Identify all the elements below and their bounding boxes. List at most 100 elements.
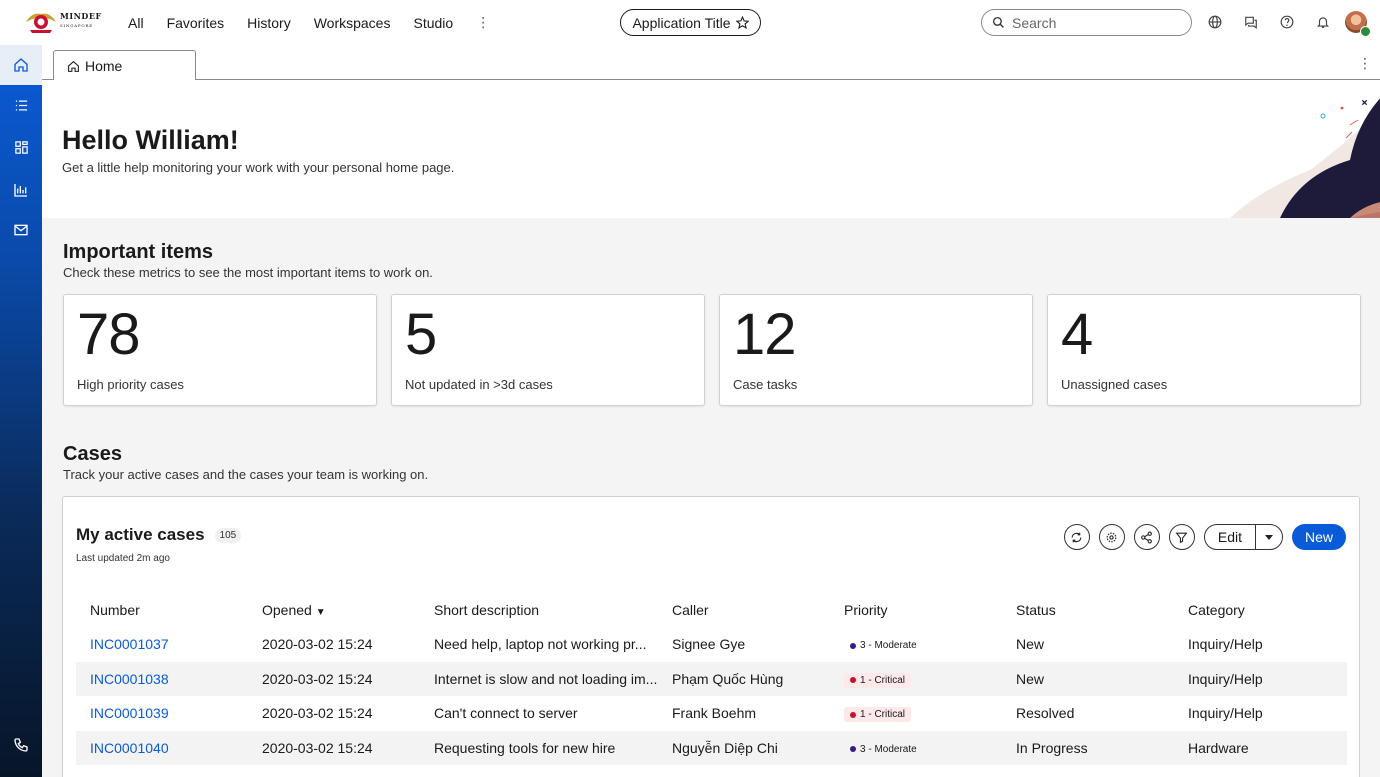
metric-card-not-updated[interactable]: 5 Not updated in >3d cases <box>391 294 705 406</box>
opened-cell: 2020-03-02 15:24 <box>248 730 420 765</box>
logo[interactable]: MINDEF SINGAPORE <box>24 8 102 34</box>
priority-badge: 3 - Moderate <box>844 638 923 653</box>
greeting-subtitle: Get a little help monitoring your work w… <box>62 160 455 175</box>
sidebar-mail-icon[interactable] <box>11 220 31 240</box>
bell-icon[interactable] <box>1314 12 1332 32</box>
table-row[interactable]: INC0001040 2020-03-02 15:24 Requesting t… <box>76 730 1347 765</box>
table-header-row: Number Opened ▼ Short description Caller… <box>76 593 1347 627</box>
case-count-badge: 105 <box>214 527 242 543</box>
col-number[interactable]: Number <box>76 593 248 627</box>
metric-card-case-tasks[interactable]: 12 Case tasks <box>719 294 1033 406</box>
tab-strip: Home ⋮ <box>42 45 1380 81</box>
caller-cell: Phạm Quốc Hùng <box>658 661 830 696</box>
tab-home-label: Home <box>85 58 123 74</box>
case-number-link[interactable]: INC0001038 <box>90 671 169 687</box>
search-input[interactable]: Search <box>981 9 1192 36</box>
online-status-icon <box>1360 26 1371 37</box>
sort-desc-icon: ▼ <box>315 607 326 618</box>
share-button[interactable] <box>1133 524 1160 550</box>
nav-more-icon[interactable]: ⋮ <box>476 14 490 31</box>
share-icon <box>1141 531 1153 543</box>
status-cell: In Progress <box>1002 730 1174 765</box>
priority-dot-icon <box>850 677 856 683</box>
caller-cell: Signee Gye <box>672 636 746 653</box>
important-items-title: Important items <box>63 241 214 263</box>
opened-cell: 2020-03-02 15:24 <box>248 661 420 696</box>
list-toolbar: Edit New <box>1063 524 1346 550</box>
description-cell: Requesting tools for new hire <box>420 730 658 765</box>
case-number-link[interactable]: INC0001039 <box>90 705 169 721</box>
category-cell: Inquiry/Help <box>1188 705 1263 722</box>
case-number-link[interactable]: INC0001040 <box>90 740 169 756</box>
metric-card-high-priority[interactable]: 78 High priority cases <box>63 294 377 406</box>
metric-value: 78 <box>77 302 141 367</box>
search-placeholder: Search <box>1012 14 1057 31</box>
app-title-label: Application Title <box>632 14 731 31</box>
status-cell: New <box>1002 661 1174 696</box>
table-row[interactable]: INC0001039 2020-03-02 15:24 Can't connec… <box>76 696 1347 731</box>
refresh-icon <box>1071 532 1082 542</box>
description-cell: Internet is slow and not loading im... <box>420 661 658 696</box>
tab-home[interactable]: Home <box>53 50 196 81</box>
sidebar-chart-icon[interactable] <box>11 180 31 200</box>
user-avatar[interactable] <box>1345 11 1371 37</box>
description-cell: Need help, laptop not working pr... <box>434 636 647 653</box>
category-cell: Inquiry/Help <box>1188 636 1263 653</box>
globe-icon[interactable] <box>1206 12 1224 32</box>
category-cell: Inquiry/Help <box>1174 661 1347 696</box>
nav-workspaces[interactable]: Workspaces <box>314 15 391 31</box>
col-priority[interactable]: Priority <box>830 593 1002 627</box>
important-items-subtitle: Check these metrics to see the most impo… <box>63 265 433 280</box>
sidebar-phone-icon[interactable] <box>11 735 31 755</box>
filter-button[interactable] <box>1168 524 1195 550</box>
new-button[interactable]: New <box>1291 524 1346 550</box>
metric-label: High priority cases <box>77 377 184 392</box>
nav-all[interactable]: All <box>128 15 144 31</box>
sidebar-list-icon[interactable] <box>11 95 31 115</box>
description-cell: Can't connect to server <box>434 705 578 722</box>
sidebar-home-button[interactable] <box>0 45 42 85</box>
star-icon[interactable] <box>735 16 749 29</box>
header-icons <box>1206 12 1332 32</box>
nav-studio[interactable]: Studio <box>413 15 453 31</box>
col-caller[interactable]: Caller <box>658 593 830 627</box>
sidebar <box>0 45 42 777</box>
case-number-link[interactable]: INC0001037 <box>90 636 169 652</box>
nav-favorites[interactable]: Favorites <box>167 15 225 31</box>
metric-card-unassigned[interactable]: 4 Unassigned cases <box>1047 294 1361 406</box>
welcome-banner: Hello William! Get a little help monitor… <box>42 80 1380 218</box>
settings-button[interactable] <box>1098 524 1125 550</box>
crest-icon <box>26 13 56 33</box>
metric-label: Case tasks <box>733 377 798 392</box>
col-opened[interactable]: Opened ▼ <box>248 593 420 627</box>
edit-dropdown-button[interactable] <box>1256 525 1282 549</box>
table-row[interactable]: INC0001038 2020-03-02 15:24 Internet is … <box>76 661 1347 696</box>
col-status[interactable]: Status <box>1002 593 1174 627</box>
status-cell: Resolved <box>1016 705 1075 722</box>
priority-dot-icon <box>850 746 856 752</box>
priority-badge: 1 - Critical <box>844 707 912 722</box>
help-icon[interactable] <box>1278 12 1296 32</box>
col-category[interactable]: Category <box>1174 593 1347 627</box>
caret-down-icon <box>1264 535 1273 540</box>
opened-cell: 2020-03-02 15:24 <box>262 705 373 722</box>
col-short-description[interactable]: Short description <box>420 593 658 627</box>
sidebar-dashboard-icon[interactable] <box>11 137 31 157</box>
priority-dot-icon <box>850 711 856 718</box>
metric-value: 4 <box>1061 302 1093 367</box>
app-title-button[interactable]: Application Title <box>620 9 761 36</box>
edit-button[interactable]: Edit <box>1205 525 1256 549</box>
search-icon <box>992 16 1004 28</box>
opened-cell: 2020-03-02 15:24 <box>262 636 373 653</box>
nav-history[interactable]: History <box>247 15 291 31</box>
priority-badge: 3 - Moderate <box>844 742 923 757</box>
close-banner-button[interactable]: Close <box>1317 94 1371 110</box>
metric-value: 12 <box>733 302 797 367</box>
chat-icon[interactable] <box>1242 12 1260 32</box>
refresh-button[interactable] <box>1063 524 1090 550</box>
close-label: Close <box>1316 94 1355 110</box>
table-row[interactable]: INC0001037 2020-03-02 15:24 Need help, l… <box>76 627 1347 662</box>
caller-cell: Nguyễn Diệp Chi <box>658 730 830 765</box>
close-icon <box>1358 96 1371 108</box>
tab-more-icon[interactable]: ⋮ <box>1358 55 1372 72</box>
